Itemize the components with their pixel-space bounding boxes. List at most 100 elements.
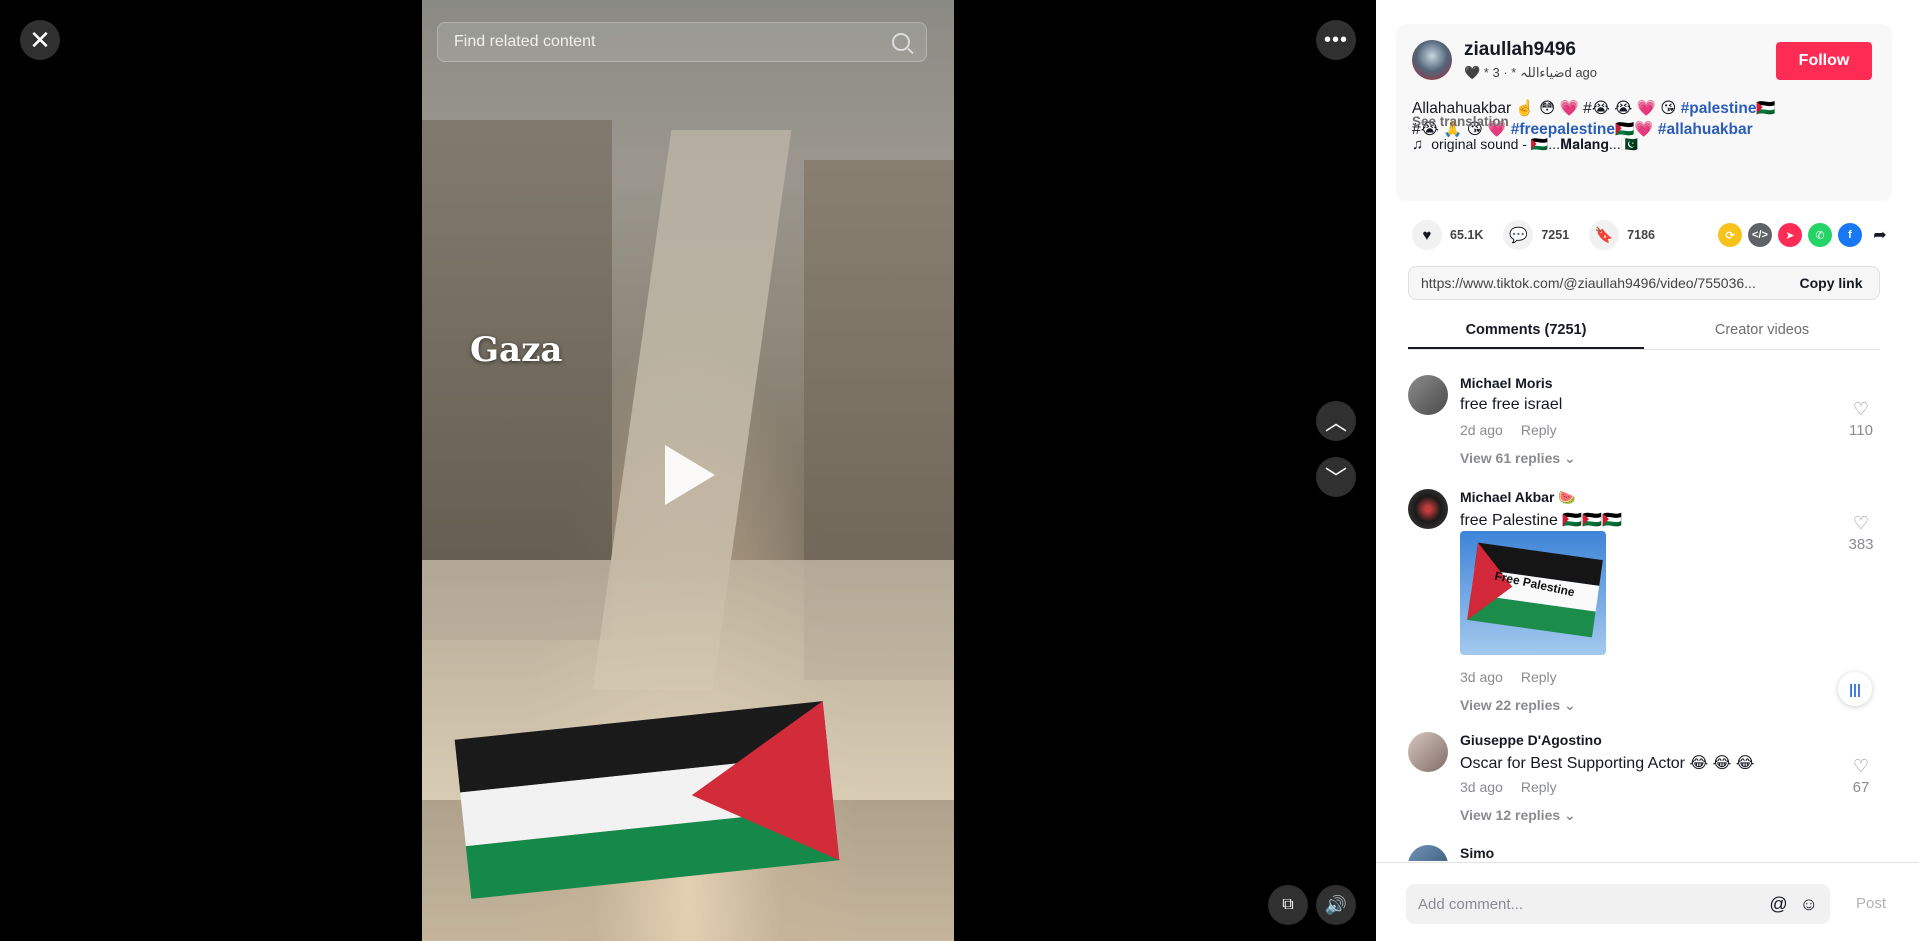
share-icon[interactable]: ➦ [1868,223,1892,247]
comment-image[interactable]: Free Palestine [1460,531,1606,655]
next-video-button[interactable]: ﹀ [1316,457,1356,497]
avatar[interactable] [1408,375,1448,415]
heart-outline-icon[interactable]: ♡ [1853,399,1869,419]
share-buttons: ⟳ </> ➤ ✆ f ➦ [1718,223,1892,247]
comment-time: 2d ago [1460,422,1503,438]
reply-button[interactable]: Reply [1521,422,1557,438]
comment-icon[interactable]: 💬 [1503,220,1534,250]
view-replies-button[interactable]: View 61 replies ⌄ [1460,450,1576,467]
chevron-down-icon: ⌄ [1564,807,1576,823]
more-icon: ••• [1323,28,1348,51]
author-subline: 🖤 * ضیاءاللہ * · 3d ago [1464,65,1598,80]
video-url[interactable]: https://www.tiktok.com/@ziaullah9496/vid… [1409,275,1783,291]
comment-like-count: 67 [1852,779,1870,796]
comment-author[interactable]: Giuseppe D'Agostino [1460,732,1602,748]
facebook-icon[interactable]: f [1838,223,1862,247]
author-avatar[interactable] [1412,40,1452,80]
comment-author[interactable]: Simo [1460,845,1494,861]
send-icon[interactable]: ➤ [1778,223,1802,247]
more-options-button[interactable]: ••• [1316,20,1356,60]
copy-link-box: https://www.tiktok.com/@ziaullah9496/vid… [1408,266,1880,300]
heart-icon[interactable]: ♥ [1412,220,1442,250]
view-replies-button[interactable]: View 12 replies ⌄ [1460,807,1576,824]
close-icon: ✕ [29,24,51,55]
repost-icon[interactable]: ⟳ [1718,223,1742,247]
view-replies-label: View 22 replies [1460,697,1561,713]
audio-wave-icon[interactable]: ||| [1838,672,1872,706]
music-note-icon: ♫ [1412,136,1424,153]
comment-like-count: 383 [1848,536,1874,553]
view-replies-label: View 61 replies [1460,450,1561,466]
emoji-icon[interactable]: ☺ [1800,894,1818,915]
hashtag-allahuakbar[interactable]: #allahuakbar [1658,121,1753,138]
previous-video-button[interactable]: ︿ [1316,401,1356,441]
whatsapp-icon[interactable]: ✆ [1808,223,1832,247]
sound-label: original sound - 🇵🇸...𝐌𝐚𝐥𝐚𝐧𝐠...🇵🇰 [1431,136,1639,152]
find-related-search[interactable]: Find related content [437,22,927,62]
comment-meta: 3d ago Reply [1460,669,1557,685]
comment-like[interactable]: ♡ 383 [1846,513,1876,553]
heart-outline-icon[interactable]: ♡ [1853,756,1869,776]
original-sound-link[interactable]: ♫ original sound - 🇵🇸...𝐌𝐚𝐥𝐚𝐧𝐠...🇵🇰 [1412,136,1638,153]
details-panel: ziaullah9496 🖤 * ضیاءاللہ * · 3d ago Fol… [1376,0,1919,941]
comment-like[interactable]: ♡ 67 [1846,756,1876,796]
search-placeholder: Find related content [454,33,596,50]
tab-comments[interactable]: Comments (7251) [1408,316,1644,349]
comment-count: 7251 [1541,228,1570,242]
bookmark-icon[interactable]: 🔖 [1589,220,1620,250]
comment-text: free Palestine 🇵🇸🇵🇸🇵🇸 [1460,512,1623,529]
avatar[interactable] [1408,732,1448,772]
avatar[interactable] [1408,845,1448,861]
chevron-down-icon: ⌄ [1564,450,1576,466]
like-action[interactable]: ♥ 65.1K [1412,220,1483,250]
chevron-down-icon: ﹀ [1324,466,1347,491]
search-icon[interactable] [892,33,910,51]
save-action[interactable]: 🔖 7186 [1589,220,1655,250]
play-icon[interactable] [665,445,715,505]
picture-in-picture-button[interactable]: ⧉ [1268,885,1308,925]
comment-time: 3d ago [1460,779,1503,795]
comment-like[interactable]: ♡ 110 [1846,399,1876,439]
video-stage: Gaza Find related content ✕ ••• ︿ ﹀ ⧉ 🔊 [0,0,1376,941]
video-overlay-text: Gaza [470,330,563,370]
volume-button[interactable]: 🔊 [1316,885,1356,925]
author-username[interactable]: ziaullah9496 [1464,39,1576,61]
tab-creator-videos[interactable]: Creator videos [1644,316,1880,349]
comment-like-count: 110 [1849,422,1873,439]
comment-text: Oscar for Best Supporting Actor 😂 😂 😂 [1460,755,1755,772]
reply-button[interactable]: Reply [1521,669,1557,685]
avatar[interactable] [1408,489,1448,529]
view-replies-label: View 12 replies [1460,807,1561,823]
see-translation-link[interactable]: See translation [1412,114,1509,129]
tab-bar: Comments (7251) Creator videos [1408,316,1880,350]
action-bar: ♥ 65.1K 💬 7251 🔖 7186 ⟳ </> ➤ ✆ f ➦ [1412,220,1892,250]
follow-button[interactable]: Follow [1776,42,1872,80]
add-comment-placeholder: Add comment... [1418,895,1524,913]
reply-button[interactable]: Reply [1521,779,1557,795]
comment-time: 3d ago [1460,669,1503,685]
volume-icon: 🔊 [1324,894,1348,915]
chevron-down-icon: ⌄ [1564,697,1576,713]
save-count: 7186 [1627,228,1655,242]
view-replies-button[interactable]: View 22 replies ⌄ [1460,697,1576,714]
video-info-card: ziaullah9496 🖤 * ضیاءاللہ * · 3d ago Fol… [1396,24,1892,201]
pip-icon: ⧉ [1282,896,1294,913]
hashtag-palestine[interactable]: #palestine🇵🇸 [1681,100,1776,117]
comment-author[interactable]: Michael Moris [1460,375,1553,391]
mention-icon[interactable]: @ [1769,894,1787,915]
comment-action[interactable]: 💬 7251 [1503,220,1569,250]
comment-author[interactable]: Michael Akbar 🍉 [1460,489,1576,506]
close-button[interactable]: ✕ [20,20,60,60]
chevron-up-icon: ︿ [1324,410,1347,435]
comment-meta: 3d ago Reply [1460,779,1557,795]
add-comment-bar: Add comment... @ ☺ Post [1376,862,1919,941]
comment-list: Michael Moris free free israel 2d ago Rep… [1376,351,1919,861]
like-count: 65.1K [1450,228,1484,242]
add-comment-input[interactable]: Add comment... @ ☺ [1406,884,1830,924]
comment-text: free free israel [1460,396,1563,413]
embed-icon[interactable]: </> [1748,223,1772,247]
heart-outline-icon[interactable]: ♡ [1853,513,1869,533]
comment-meta: 2d ago Reply [1460,422,1557,438]
post-button[interactable]: Post [1856,895,1886,912]
copy-link-button[interactable]: Copy link [1783,275,1879,291]
